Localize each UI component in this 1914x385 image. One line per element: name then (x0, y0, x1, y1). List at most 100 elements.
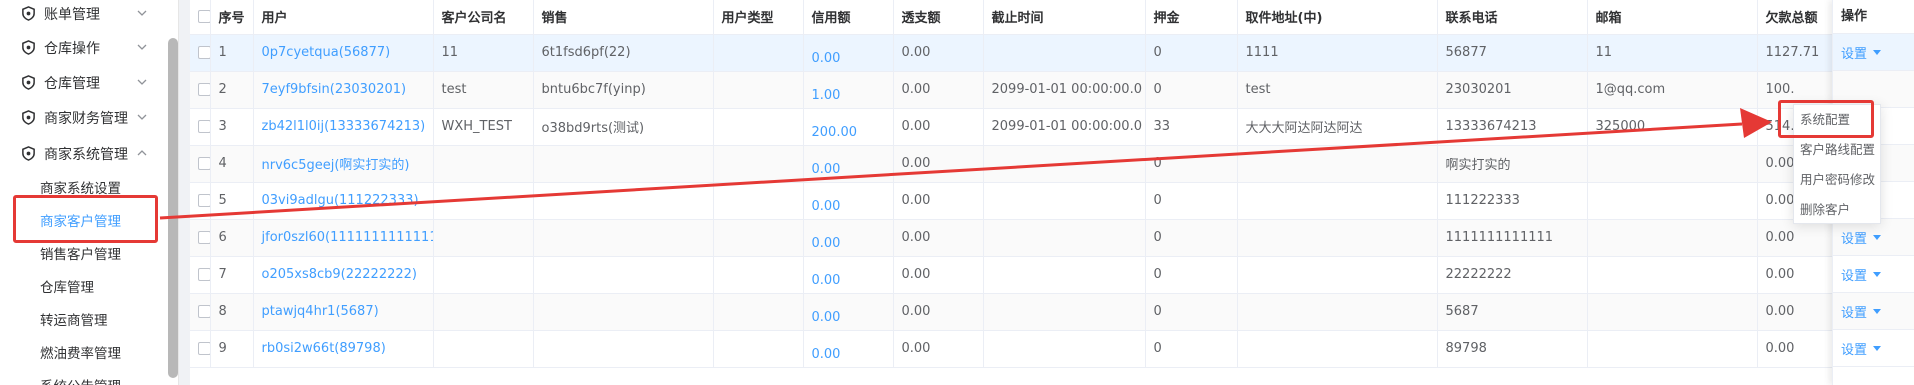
caret-down-icon (1873, 345, 1882, 351)
sidebar-item-label: 系统公告管理 (40, 375, 121, 385)
row-checkbox[interactable] (198, 305, 209, 318)
cell-overdraft: 0.00 (893, 34, 984, 72)
cell-deadline (983, 219, 1146, 257)
cell-email (1587, 182, 1758, 220)
sidebar-item-fuel-rate[interactable]: 燃油费率管理 (0, 335, 170, 368)
cell-email (1587, 219, 1758, 257)
cell-credit: 0.00 (803, 182, 894, 220)
cell-phone: 56877 (1437, 34, 1588, 72)
cell-user[interactable]: 7eyf9bfsin(23030201) (253, 71, 434, 109)
cell-overdraft: 0.00 (893, 219, 984, 257)
sidebar-group-billing[interactable]: 账单管理 (0, 0, 170, 31)
row-checkbox[interactable] (198, 46, 209, 59)
sidebar-group-merchant-finance[interactable]: 商家财务管理 (0, 100, 170, 135)
select-all-checkbox[interactable] (198, 10, 209, 24)
cell-deposit: 0 (1145, 145, 1238, 183)
sidebar-item-label: 商家系统设置 (40, 180, 121, 197)
row-checkbox[interactable] (198, 342, 209, 355)
cell-overdraft: 0.00 (893, 145, 984, 183)
cell-deadline: 2099-01-01 00:00:00.0 (983, 108, 1146, 146)
cell-company (433, 330, 534, 368)
cell-type (713, 108, 804, 146)
cell-user[interactable]: jfor0szl60(1111111111111) (253, 219, 434, 257)
table-row[interactable]: 1 0p7cyetqua(56877) 11 6t1fsd6pf(22) 0.00 0.0… (190, 34, 1914, 72)
row-checkbox[interactable] (198, 120, 209, 133)
table-row[interactable]: 7 o205xs8cb9(22222222) 0.00 0.00 0 22222222 0.… (190, 256, 1914, 294)
row-checkbox[interactable] (198, 268, 209, 281)
row-checkbox[interactable] (198, 231, 209, 244)
column-header: 用户 (253, 0, 434, 35)
row-checkbox[interactable] (198, 194, 209, 207)
cell-sales (533, 182, 714, 220)
cell-debt: 0.00 (1757, 256, 1838, 294)
cell-debt: 1127.71 (1757, 34, 1838, 72)
cell-user[interactable]: 03vi9adlgu(111222333) (253, 182, 434, 220)
cell-type (713, 330, 804, 368)
cell-deadline (983, 182, 1146, 220)
settings-link[interactable]: 设置 (1841, 265, 1867, 284)
row-settings-dropdown[interactable]: 设置 (1833, 293, 1914, 330)
sidebar-group-label: 商家系统管理 (44, 146, 128, 163)
cell-user[interactable]: 0p7cyetqua(56877) (253, 34, 434, 72)
column-header: 客户公司名 (433, 0, 534, 35)
table-row[interactable]: 9rb0si2w66t(89798)0.000.000897980.00设置 (190, 330, 1914, 368)
table-row[interactable]: 6 jfor0szl60(1111111111111) 0.00 0.00 0 11111… (190, 219, 1914, 257)
cell-deadline: 2099-01-01 00:00:00.0 (983, 71, 1146, 109)
settings-link[interactable]: 设置 (1841, 43, 1867, 62)
settings-link[interactable]: 设置 (1841, 228, 1867, 247)
menu-item-password-change[interactable]: 用户密码修改 (1800, 165, 1875, 191)
sidebar-group-warehouse-ops[interactable]: 仓库操作 (0, 30, 170, 65)
settings-link[interactable]: 设置 (1841, 339, 1867, 358)
cell-type (713, 182, 804, 220)
cell-company (433, 182, 534, 220)
row-settings-dropdown[interactable]: 设置 (1833, 330, 1914, 367)
column-header: 欠款总额 (1757, 0, 1838, 35)
settings-link[interactable]: 设置 (1841, 302, 1867, 321)
cell-no: 8 (210, 293, 254, 331)
column-header: 联系电话 (1437, 0, 1588, 35)
row-checkbox[interactable] (198, 83, 209, 96)
cell-sales (533, 145, 714, 183)
sidebar-item-carriers[interactable]: 转运商管理 (0, 302, 170, 335)
cell-deposit: 0 (1145, 256, 1238, 294)
cell-phone: 5687 (1437, 293, 1588, 331)
sidebar-item-warehouse[interactable]: 仓库管理 (0, 269, 170, 302)
cell-address (1237, 145, 1438, 183)
menu-item-route-config[interactable]: 客户路线配置 (1800, 135, 1875, 161)
cell-address: test (1237, 71, 1438, 109)
cell-user[interactable]: zb42l1l0ij(13333674213) (253, 108, 434, 146)
cell-deadline (983, 145, 1146, 183)
annotation-highlight-sidebar (13, 195, 158, 243)
cell-address (1237, 330, 1438, 368)
cell-deposit: 0 (1145, 34, 1238, 72)
row-checkbox[interactable] (198, 157, 209, 170)
row-settings-dropdown[interactable]: 设置 (1833, 219, 1914, 256)
sidebar-item-label: 仓库管理 (40, 279, 94, 296)
cell-company (433, 145, 534, 183)
cell-email (1587, 293, 1758, 331)
cell-credit: 0.00 (803, 256, 894, 294)
table-row[interactable]: 4 nrv6c5geej(啊实打实的) 0.00 0.00 0 啊实打实的 0.00 (190, 145, 1914, 183)
cell-debt: 0.00 (1757, 219, 1838, 257)
sidebar: 账单管理 仓库操作 仓库管理 商家财务管理 商家系统管理 商家系统设置 商家客户… (0, 0, 179, 385)
cell-credit: 200.00 (803, 108, 894, 146)
cell-user[interactable]: ptawjq4hr1(5687) (253, 293, 434, 331)
sidebar-scrollbar[interactable] (168, 38, 178, 378)
cell-user[interactable]: rb0si2w66t(89798) (253, 330, 434, 368)
table-row[interactable]: 5 03vi9adlgu(111222333) 0.00 0.00 0 111222333… (190, 182, 1914, 220)
cell-type (713, 256, 804, 294)
row-settings-dropdown[interactable]: 设置 (1833, 256, 1914, 293)
row-settings-dropdown[interactable]: 设置 (1833, 34, 1914, 71)
chevron-up-icon (137, 150, 147, 156)
cell-user[interactable]: nrv6c5geej(啊实打实的) (253, 145, 434, 183)
menu-item-delete-customer[interactable]: 删除客户 (1800, 195, 1850, 221)
sidebar-group-label: 仓库管理 (44, 75, 100, 92)
sidebar-group-merchant-system[interactable]: 商家系统管理 (0, 136, 170, 171)
sidebar-group-warehouse-mgmt[interactable]: 仓库管理 (0, 65, 170, 100)
sidebar-item-announcements[interactable]: 系统公告管理 (0, 368, 170, 385)
table-row[interactable]: 3 zb42l1l0ij(13333674213) WXH_TEST o38bd9rt… (190, 108, 1914, 146)
table-row[interactable]: 8ptawjq4hr1(5687)0.000.00056870.00设置 (190, 293, 1914, 331)
cell-user[interactable]: o205xs8cb9(22222222) (253, 256, 434, 294)
cell-sales: bntu6bc7f(yinp) (533, 71, 714, 109)
table-row[interactable]: 2 7eyf9bfsin(23030201) test bntu6bc7f(yinp)… (190, 71, 1914, 109)
